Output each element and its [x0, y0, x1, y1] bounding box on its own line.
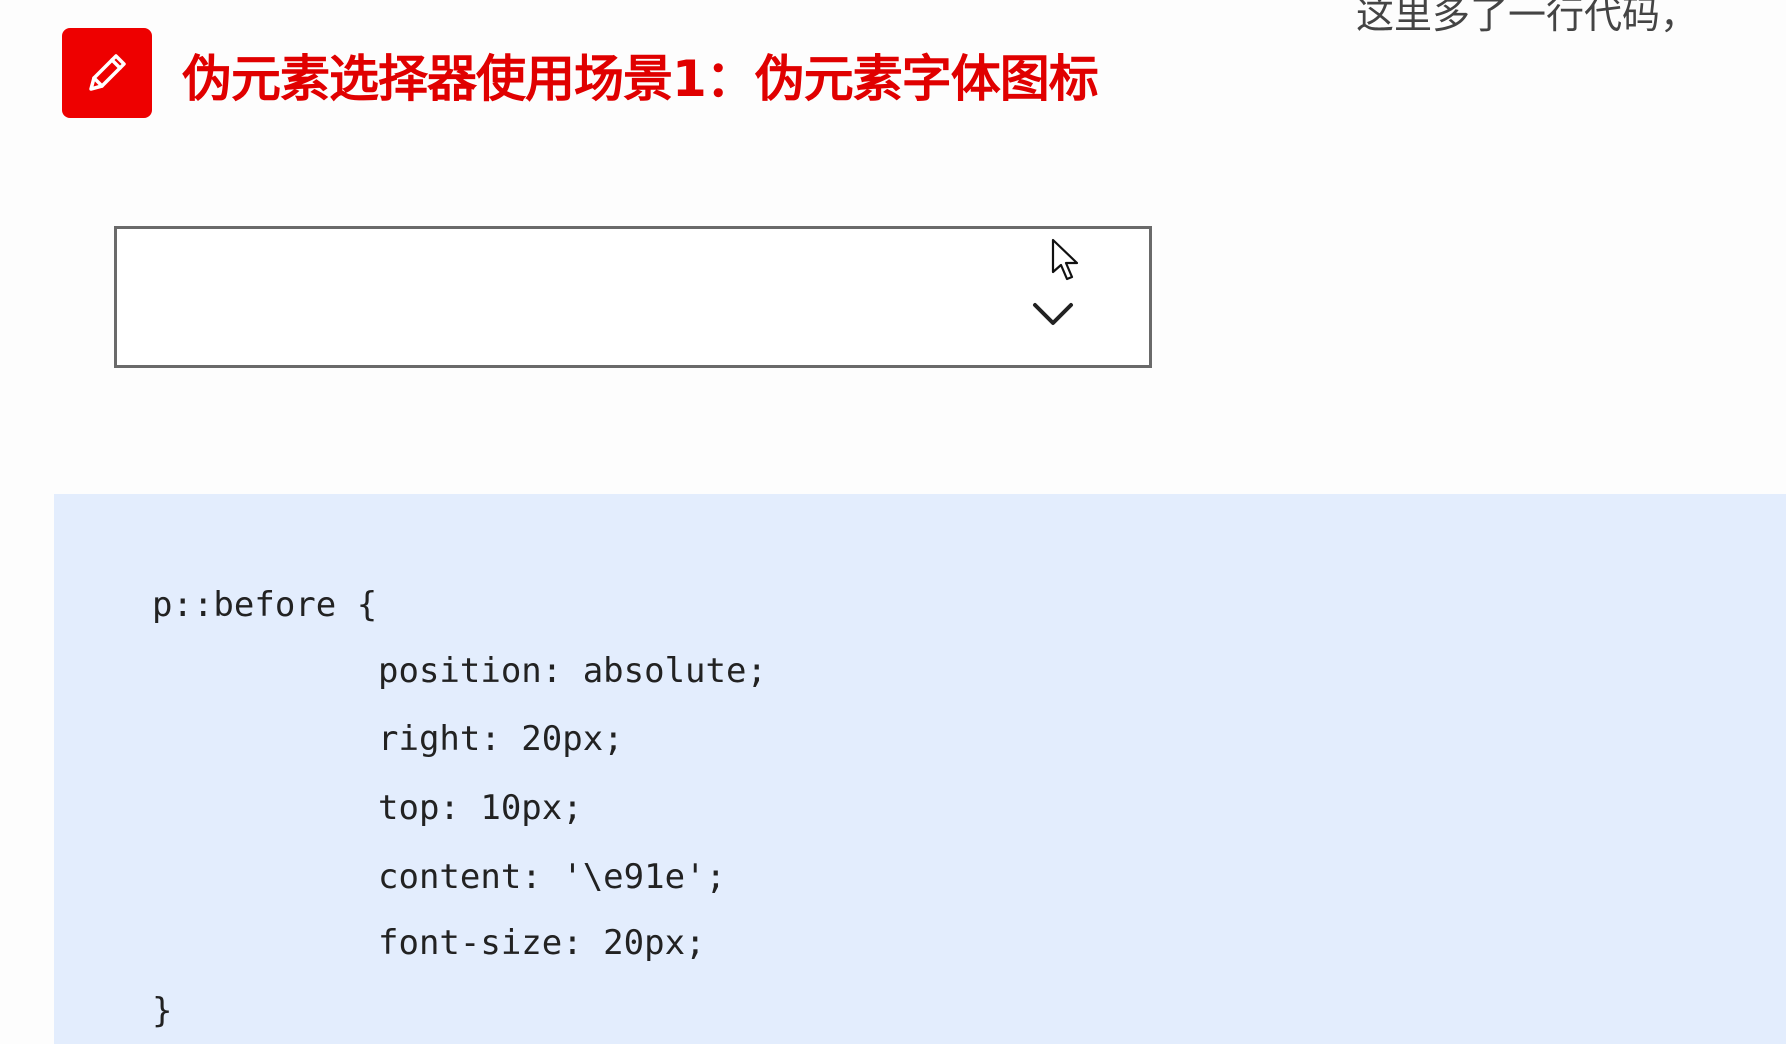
- demo-box: [114, 226, 1152, 368]
- caption-text: 这里多了一行代码，: [1356, 0, 1699, 37]
- code-line: p::before {: [152, 585, 378, 625]
- pencil-icon: [62, 28, 152, 118]
- code-line: position: absolute;: [378, 651, 767, 691]
- page-title: 伪元素选择器使用场景1：伪元素字体图标: [182, 50, 1099, 108]
- code-block: p::before { position: absolute; right: 2…: [54, 494, 1786, 1044]
- code-line: top: 10px;: [378, 788, 583, 828]
- mouse-cursor-icon: [1051, 238, 1079, 281]
- chevron-down-icon: [1033, 303, 1073, 325]
- slide-header: 伪元素选择器使用场景1：伪元素字体图标: [62, 28, 1099, 118]
- code-line: font-size: 20px;: [378, 923, 706, 963]
- code-line: right: 20px;: [378, 719, 624, 759]
- code-line: content: '\e91e';: [378, 857, 726, 897]
- code-line: }: [152, 991, 173, 1031]
